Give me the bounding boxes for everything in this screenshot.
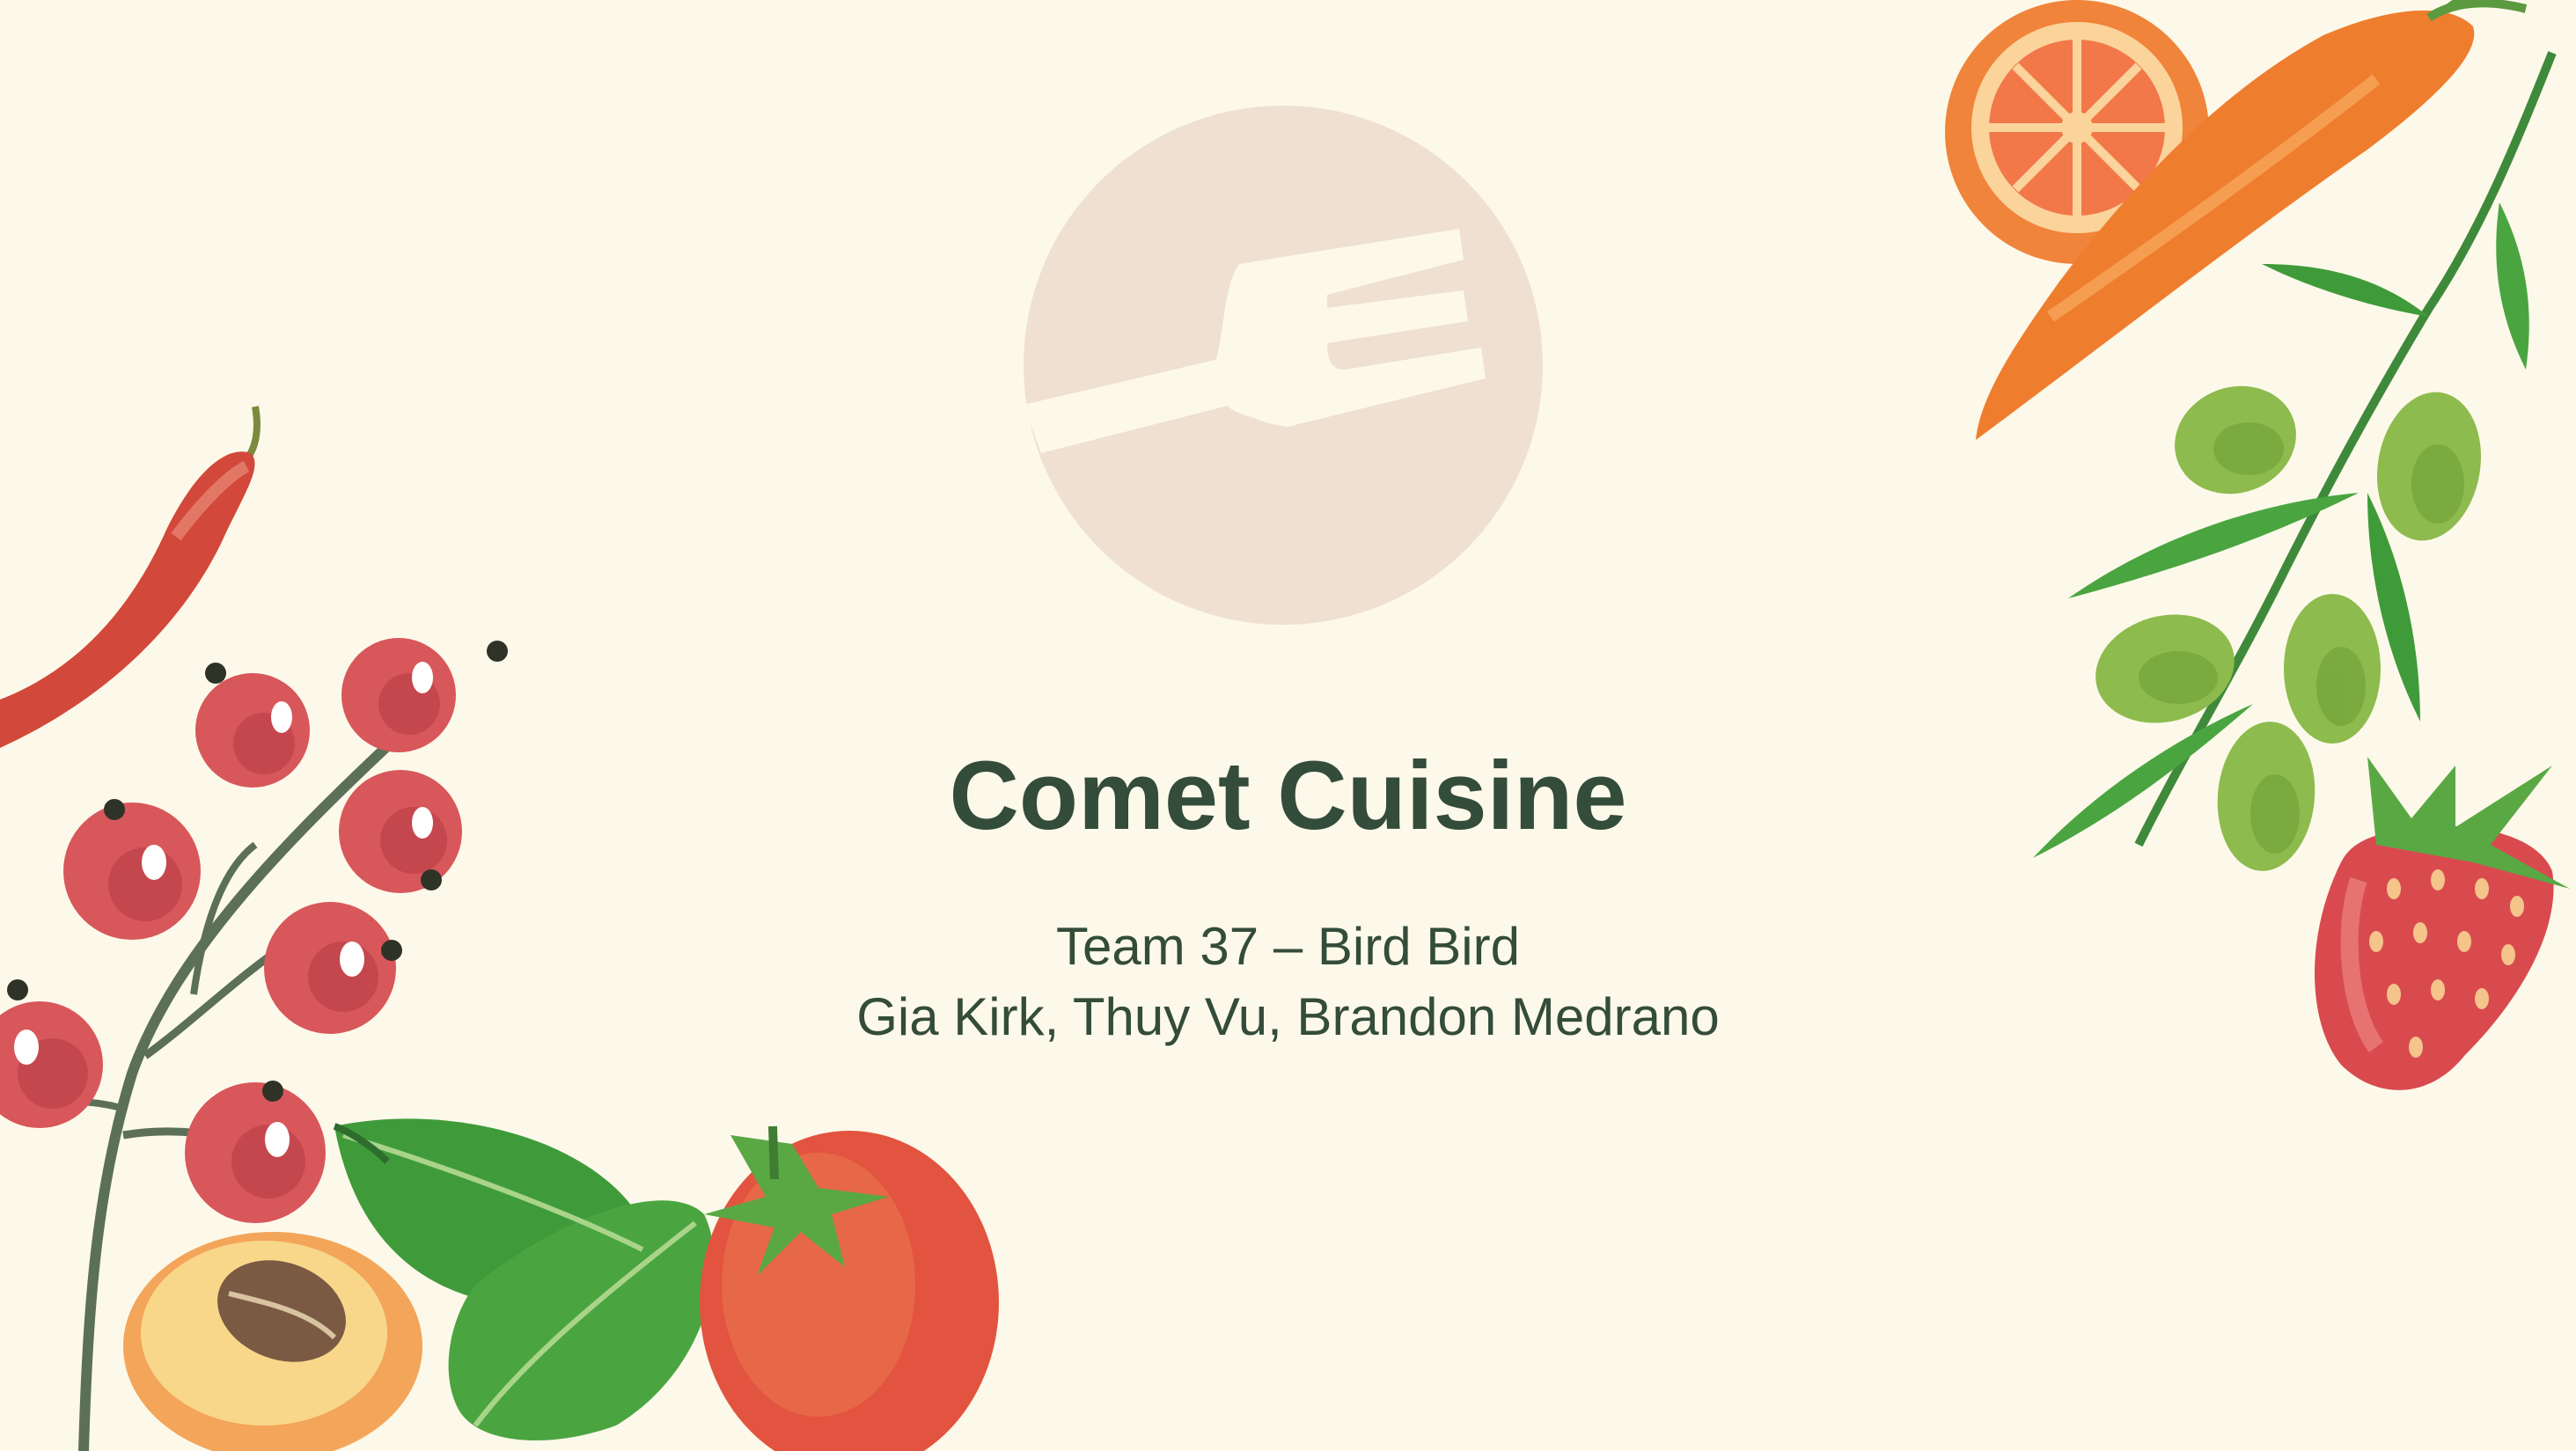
team-name: Team 37 – Bird Bird: [1056, 917, 1520, 976]
subtitle-block: Team 37 – Bird Bird Gia Kirk, Thuy Vu, B…: [0, 912, 2576, 1052]
title-slide: Comet Cuisine Team 37 – Bird Bird Gia Ki…: [0, 0, 2576, 1451]
fork-logo-icon: [1024, 106, 1543, 625]
apricot-illustration: [123, 1232, 422, 1451]
team-members: Gia Kirk, Thuy Vu, Brandon Medrano: [856, 987, 1720, 1046]
tomato-illustration: [700, 1125, 999, 1451]
app-title: Comet Cuisine: [949, 742, 1627, 850]
